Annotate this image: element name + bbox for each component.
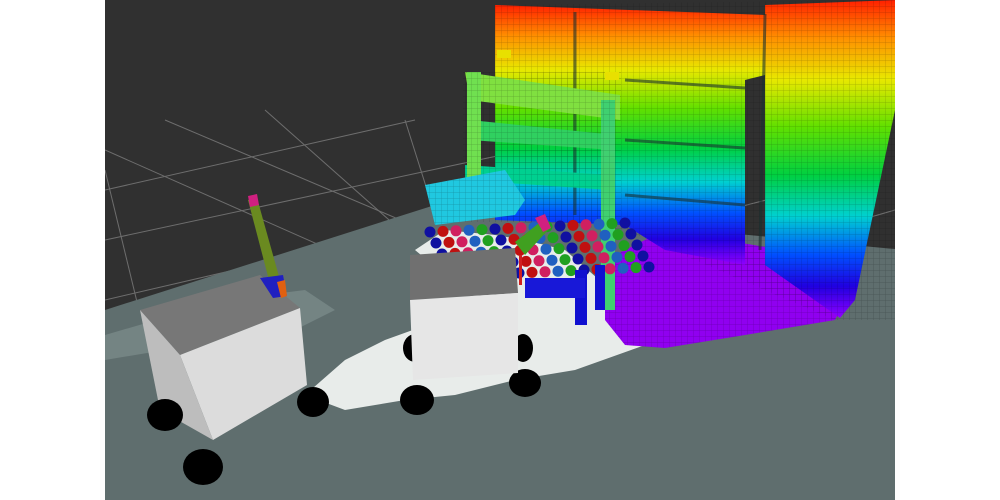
marker-ball	[430, 237, 442, 249]
marker-ball	[566, 242, 578, 254]
marker-ball	[560, 231, 572, 243]
marker-ball	[443, 236, 455, 248]
marker-ball	[539, 266, 551, 278]
marker-ball	[424, 226, 436, 238]
marker-ball	[547, 232, 559, 244]
marker-ball	[579, 241, 591, 253]
marker-ball	[437, 225, 449, 237]
marker-ball	[567, 219, 579, 231]
marker-ball	[606, 218, 618, 230]
marker-ball	[476, 224, 488, 236]
marker-ball	[572, 253, 584, 265]
marker-ball	[502, 222, 514, 234]
marker-ball	[533, 255, 545, 267]
marker-ball	[456, 236, 468, 248]
marker-ball	[599, 229, 611, 241]
marker-ball	[580, 219, 592, 231]
marker-ball	[624, 251, 636, 263]
robot-center-front	[410, 293, 518, 380]
marker-ball	[450, 225, 462, 237]
marker-ball	[637, 250, 649, 262]
marker-ball	[573, 230, 585, 242]
marker-ball	[585, 252, 597, 264]
marker-ball	[554, 220, 566, 232]
rviz-3d-viewport[interactable]	[105, 0, 895, 500]
scene-canvas[interactable]	[105, 0, 895, 500]
marker-ball	[559, 254, 571, 266]
marker-ball	[619, 217, 631, 229]
marker-ball	[520, 255, 532, 267]
robot-center-top	[410, 248, 518, 300]
marker-ball	[593, 218, 605, 230]
marker-ball	[495, 234, 507, 246]
marker-ball	[611, 251, 623, 263]
wheel-icon	[297, 387, 329, 417]
marker-ball	[553, 243, 565, 255]
marker-ball	[592, 241, 604, 253]
marker-ball	[489, 223, 501, 235]
wheel-icon	[183, 449, 223, 485]
marker-ball	[618, 240, 630, 252]
wheel-icon	[147, 399, 183, 431]
marker-ball	[552, 265, 564, 277]
wheel-icon	[400, 385, 434, 415]
marker-ball	[469, 235, 481, 247]
marker-ball	[546, 254, 558, 266]
marker-ball	[482, 235, 494, 247]
marker-ball	[605, 240, 617, 252]
marker-ball	[565, 265, 577, 277]
marker-ball	[630, 262, 642, 274]
marker-ball	[598, 252, 610, 264]
marker-ball	[515, 222, 527, 234]
marker-ball	[617, 262, 629, 274]
marker-ball	[540, 243, 552, 255]
marker-ball	[631, 239, 643, 251]
marker-ball	[463, 224, 475, 236]
marker-ball	[604, 263, 616, 275]
marker-ball	[625, 228, 637, 240]
marker-ball	[643, 261, 655, 273]
marker-ball	[612, 229, 624, 241]
marker-ball	[526, 266, 538, 278]
marker-ball	[586, 230, 598, 242]
